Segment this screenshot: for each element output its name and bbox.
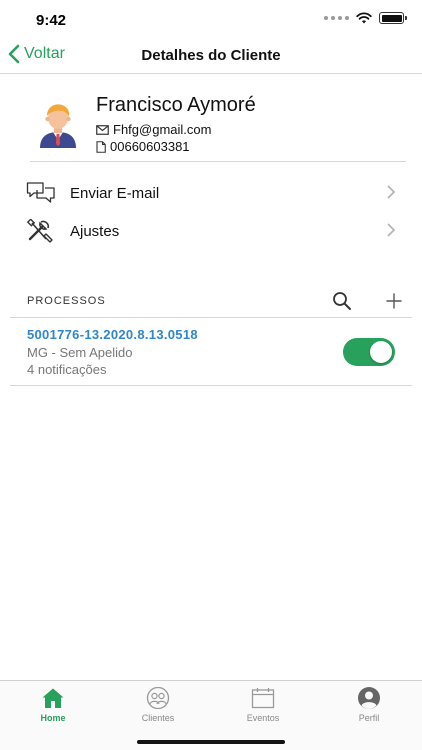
add-icon[interactable]: [386, 293, 402, 309]
processes-title: PROCESSOS: [27, 295, 106, 307]
client-profile: Francisco Aymoré Fhfg@gmail.com 00660603…: [30, 94, 406, 162]
status-time: 9:42: [36, 12, 67, 29]
tab-clients-label: Clientes: [141, 713, 175, 723]
tab-clients[interactable]: Clientes: [123, 686, 193, 723]
chat-bubbles-icon: [26, 182, 55, 203]
battery-icon: [379, 12, 407, 24]
status-bar: 9:42: [0, 0, 422, 40]
send-email-row[interactable]: Enviar E-mail: [24, 175, 400, 211]
home-indicator: [137, 740, 285, 744]
toggle-knob: [370, 341, 392, 363]
chevron-right-icon: [387, 223, 395, 237]
mail-icon: [96, 124, 109, 135]
process-subtitle: MG - Sem Apelido: [27, 345, 133, 360]
tab-profile-label: Perfil: [358, 713, 380, 723]
home-icon: [42, 688, 64, 708]
wifi-icon: [356, 12, 372, 24]
tab-profile[interactable]: Perfil: [334, 686, 404, 723]
notifications-toggle[interactable]: [343, 338, 395, 366]
tools-icon: [26, 219, 53, 243]
client-name: Francisco Aymoré: [96, 94, 256, 116]
process-number[interactable]: 5001776-13.2020.8.13.0518: [27, 327, 198, 342]
clients-icon: [146, 687, 170, 709]
nav-bar: Voltar Detalhes do Cliente: [0, 40, 422, 74]
chevron-right-icon: [387, 185, 395, 199]
process-item[interactable]: 5001776-13.2020.8.13.0518 MG - Sem Apeli…: [10, 318, 412, 386]
document-icon: [96, 140, 106, 153]
settings-row[interactable]: Ajustes: [24, 213, 400, 249]
signal-icon: [324, 16, 349, 20]
status-icons: [324, 12, 407, 24]
client-email-line: Fhfg@gmail.com: [96, 122, 211, 137]
send-email-label: Enviar E-mail: [70, 184, 160, 202]
tab-events[interactable]: Eventos: [228, 686, 298, 723]
tab-home-label: Home: [40, 713, 66, 723]
settings-label: Ajustes: [70, 222, 120, 240]
calendar-icon: [251, 688, 275, 709]
process-notifications: 4 notificações: [27, 362, 107, 377]
processes-header: PROCESSOS: [10, 288, 412, 318]
search-icon[interactable]: [332, 291, 352, 311]
profile-icon: [358, 687, 380, 709]
client-email: Fhfg@gmail.com: [113, 122, 212, 137]
tab-home[interactable]: Home: [18, 686, 88, 723]
tab-events-label: Eventos: [246, 713, 280, 723]
client-document: 00660603381: [110, 139, 190, 154]
avatar: [40, 104, 76, 148]
page-title: Detalhes do Cliente: [141, 47, 281, 64]
client-document-line: 00660603381: [96, 139, 190, 154]
